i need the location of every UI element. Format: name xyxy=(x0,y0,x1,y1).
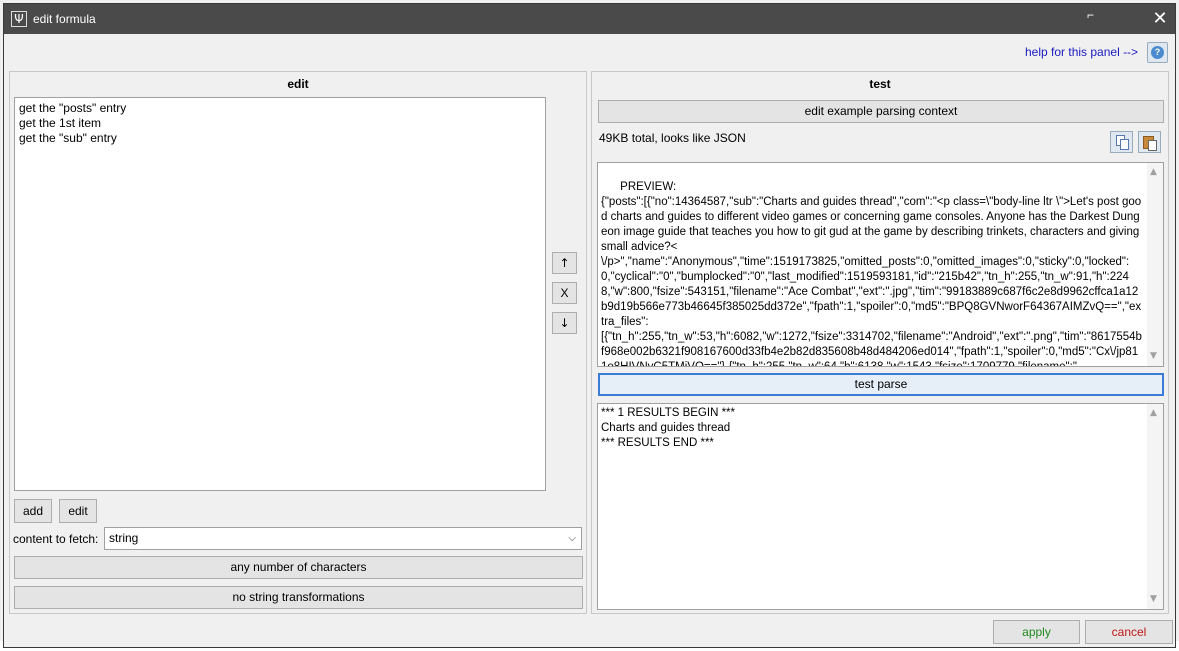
preview-text: PREVIEW: {"posts":[{"no":14364587,"sub":… xyxy=(601,181,1142,367)
add-button[interactable]: add xyxy=(14,499,52,523)
title-bar: Ψ edit formula ⌐ ✕ xyxy=(4,4,1175,34)
results-scrollbar[interactable]: ▲ ▼ xyxy=(1147,404,1163,609)
edit-formula-dialog: Ψ edit formula ⌐ ✕ help for this panel -… xyxy=(3,3,1176,648)
scroll-down-icon[interactable]: ▼ xyxy=(1150,349,1157,364)
help-icon[interactable]: ? xyxy=(1147,42,1168,63)
formula-step-list[interactable]: get the "posts" entry get the 1st item g… xyxy=(14,97,546,491)
app-icon: Ψ xyxy=(11,11,27,27)
apply-button[interactable]: apply xyxy=(993,620,1080,644)
move-down-button[interactable]: ↓ xyxy=(552,312,577,334)
result-line: *** RESULTS END *** xyxy=(601,437,714,449)
move-up-button[interactable]: ↑ xyxy=(552,252,577,274)
chevron-down-icon: ⌵ xyxy=(568,533,576,544)
test-panel-title: test xyxy=(869,77,891,91)
paste-icon[interactable] xyxy=(1138,131,1161,153)
content-to-fetch-select[interactable]: string ⌵ xyxy=(104,527,582,550)
list-item[interactable]: get the 1st item xyxy=(19,116,541,131)
test-panel: test edit example parsing context 49KB t… xyxy=(591,71,1169,614)
string-transformations-button[interactable]: no string transformations xyxy=(14,586,583,609)
data-size-label: 49KB total, looks like JSON xyxy=(599,131,746,145)
test-parse-button[interactable]: test parse xyxy=(598,373,1164,396)
result-line: Charts and guides thread xyxy=(601,422,731,434)
edit-parsing-context-button[interactable]: edit example parsing context xyxy=(598,100,1164,123)
content-to-fetch-label: content to fetch: xyxy=(13,532,99,546)
close-icon[interactable]: ✕ xyxy=(1150,7,1170,29)
preview-scrollbar[interactable]: ▲ ▼ xyxy=(1147,163,1163,366)
window-title: edit formula xyxy=(33,12,96,26)
list-item[interactable]: get the "sub" entry xyxy=(19,131,541,146)
character-count-button[interactable]: any number of characters xyxy=(14,556,583,579)
remove-button[interactable]: X xyxy=(552,282,577,304)
content-to-fetch-value: string xyxy=(109,531,139,545)
results-textarea[interactable]: *** 1 RESULTS BEGIN *** Charts and guide… xyxy=(597,403,1164,610)
result-line: *** 1 RESULTS BEGIN *** xyxy=(601,407,736,419)
edit-button[interactable]: edit xyxy=(59,499,97,523)
edit-panel: edit get the "posts" entry get the 1st i… xyxy=(9,71,587,614)
scroll-up-icon[interactable]: ▲ xyxy=(1150,406,1157,421)
parsing-preview-textarea[interactable]: PREVIEW: {"posts":[{"no":14364587,"sub":… xyxy=(597,162,1164,367)
cancel-button[interactable]: cancel xyxy=(1085,620,1173,644)
list-item[interactable]: get the "posts" entry xyxy=(19,101,541,116)
help-link[interactable]: help for this panel --> xyxy=(1025,45,1138,59)
cursor-icon: ⌐ xyxy=(1087,8,1095,22)
scroll-up-icon[interactable]: ▲ xyxy=(1150,165,1157,180)
edit-panel-title: edit xyxy=(287,77,309,91)
scroll-down-icon[interactable]: ▼ xyxy=(1150,592,1157,607)
copy-icon[interactable] xyxy=(1110,131,1133,153)
